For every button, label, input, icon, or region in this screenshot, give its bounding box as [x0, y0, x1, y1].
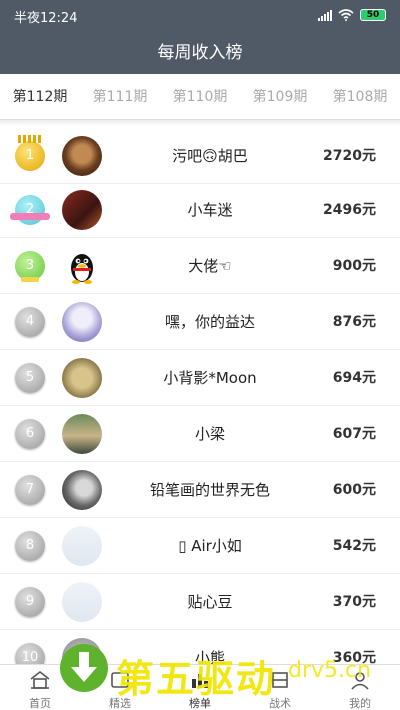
avatar[interactable] [62, 414, 102, 454]
period-tabs: 第112期 第111期 第110期 第109期 第108期 [0, 74, 400, 120]
nav-label: 我的 [349, 697, 371, 710]
rank-medal-icon: 4 [15, 307, 45, 337]
user-nickname: 小背影*Moon [163, 369, 257, 387]
bottom-navigation: 首页 精选 榜单 战术 我的 [0, 664, 400, 710]
profile-icon [351, 672, 369, 690]
nav-label: 精选 [109, 697, 131, 710]
page-title: 每周收入榜 [157, 43, 243, 63]
user-nickname: 小熊 [194, 649, 225, 664]
nav-tactics[interactable]: 战术 [240, 665, 320, 710]
income-amount: 2720元 [323, 148, 376, 164]
ranking-row[interactable]: 4 嘿，你的益达 876元 [0, 294, 400, 350]
rank-medal-icon: 2 [10, 195, 50, 225]
income-amount: 876元 [332, 314, 376, 330]
nav-ranking[interactable]: 榜单 [160, 665, 240, 710]
income-amount: 600元 [332, 482, 376, 498]
user-nickname: 小梁 [194, 425, 225, 443]
income-amount: 607元 [332, 426, 376, 442]
user-nickname: 嘿，你的益达 [164, 313, 255, 331]
ranking-row[interactable]: 10 小熊 360元 [0, 630, 400, 664]
user-nickname: ▯ Air小如 [178, 537, 242, 555]
qq-penguin-avatar[interactable] [62, 246, 102, 286]
income-amount: 2496元 [323, 202, 376, 218]
tab-period-109[interactable]: 第109期 [240, 74, 320, 120]
nav-label: 战术 [269, 697, 291, 710]
income-amount: 370元 [332, 594, 376, 610]
tab-period-110[interactable]: 第110期 [160, 74, 240, 120]
status-time: 半夜12:24 [14, 11, 78, 26]
tab-period-108[interactable]: 第108期 [320, 74, 400, 120]
tab-period-111[interactable]: 第111期 [80, 74, 160, 120]
battery-icon: 50 [360, 9, 386, 21]
ranking-row[interactable]: 3 大佬☜ 900元 [0, 238, 400, 294]
avatar[interactable] [62, 358, 102, 398]
avatar[interactable] [62, 136, 102, 176]
tactics-icon [272, 672, 288, 688]
income-amount: 900元 [332, 258, 376, 274]
user-nickname: 小车迷 [187, 201, 233, 219]
rank-medal-icon: 3 [15, 251, 45, 282]
rank-medal-icon: 1 [15, 135, 45, 171]
avatar[interactable] [62, 638, 102, 664]
ranking-row[interactable]: 2 小车迷 2496元 [0, 182, 400, 238]
rank-medal-icon: 8 [15, 531, 45, 561]
status-icons: 50 [318, 8, 386, 22]
rank-medal-icon: 9 [15, 587, 45, 617]
avatar[interactable] [62, 190, 102, 230]
status-bar: 半夜12:24 50 [0, 0, 400, 30]
rank-medal-icon: 5 [15, 363, 45, 393]
ranking-row[interactable]: 9 贴心豆 370元 [0, 574, 400, 630]
nav-label: 首页 [29, 697, 51, 710]
nav-home[interactable]: 首页 [0, 665, 80, 710]
wifi-icon [338, 9, 354, 21]
rank-medal-icon: 10 [15, 643, 45, 664]
ranking-icon [192, 674, 208, 688]
user-nickname: 贴心豆 [187, 593, 233, 611]
ranking-row[interactable]: 6 小梁 607元 [0, 406, 400, 462]
ranking-row[interactable]: 7 铅笔画的世界无色 600元 [0, 462, 400, 518]
rank-medal-icon: 6 [15, 419, 45, 449]
nav-label: 榜单 [189, 697, 211, 710]
user-nickname: 大佬☜ [188, 257, 232, 275]
ranking-row[interactable]: 1 污吧🙃胡巴 2720元 [0, 128, 400, 184]
home-icon [30, 670, 50, 689]
nav-profile[interactable]: 我的 [320, 665, 400, 710]
user-nickname: 铅笔画的世界无色 [149, 481, 270, 499]
ranking-list[interactable]: 1 污吧🙃胡巴 2720元 2 小车迷 2496元 3 大佬☜ 900元 4 嘿… [0, 126, 400, 664]
avatar[interactable] [62, 302, 102, 342]
ranking-row[interactable]: 5 小背影*Moon 694元 [0, 350, 400, 406]
income-amount: 694元 [332, 370, 376, 386]
avatar[interactable] [62, 470, 102, 510]
signal-icon [318, 9, 332, 21]
tab-period-112[interactable]: 第112期 [0, 74, 80, 120]
nav-featured[interactable]: 精选 [80, 665, 160, 710]
income-amount: 542元 [332, 538, 376, 554]
featured-icon [111, 672, 129, 688]
user-nickname: 污吧🙃胡巴 [172, 147, 248, 165]
default-avatar[interactable] [62, 526, 102, 566]
rank-medal-icon: 7 [15, 475, 45, 505]
default-avatar[interactable] [62, 582, 102, 622]
income-amount: 360元 [332, 650, 376, 664]
ranking-row[interactable]: 8 ▯ Air小如 542元 [0, 518, 400, 574]
app-header: 半夜12:24 50 每周收入榜 [0, 0, 400, 74]
